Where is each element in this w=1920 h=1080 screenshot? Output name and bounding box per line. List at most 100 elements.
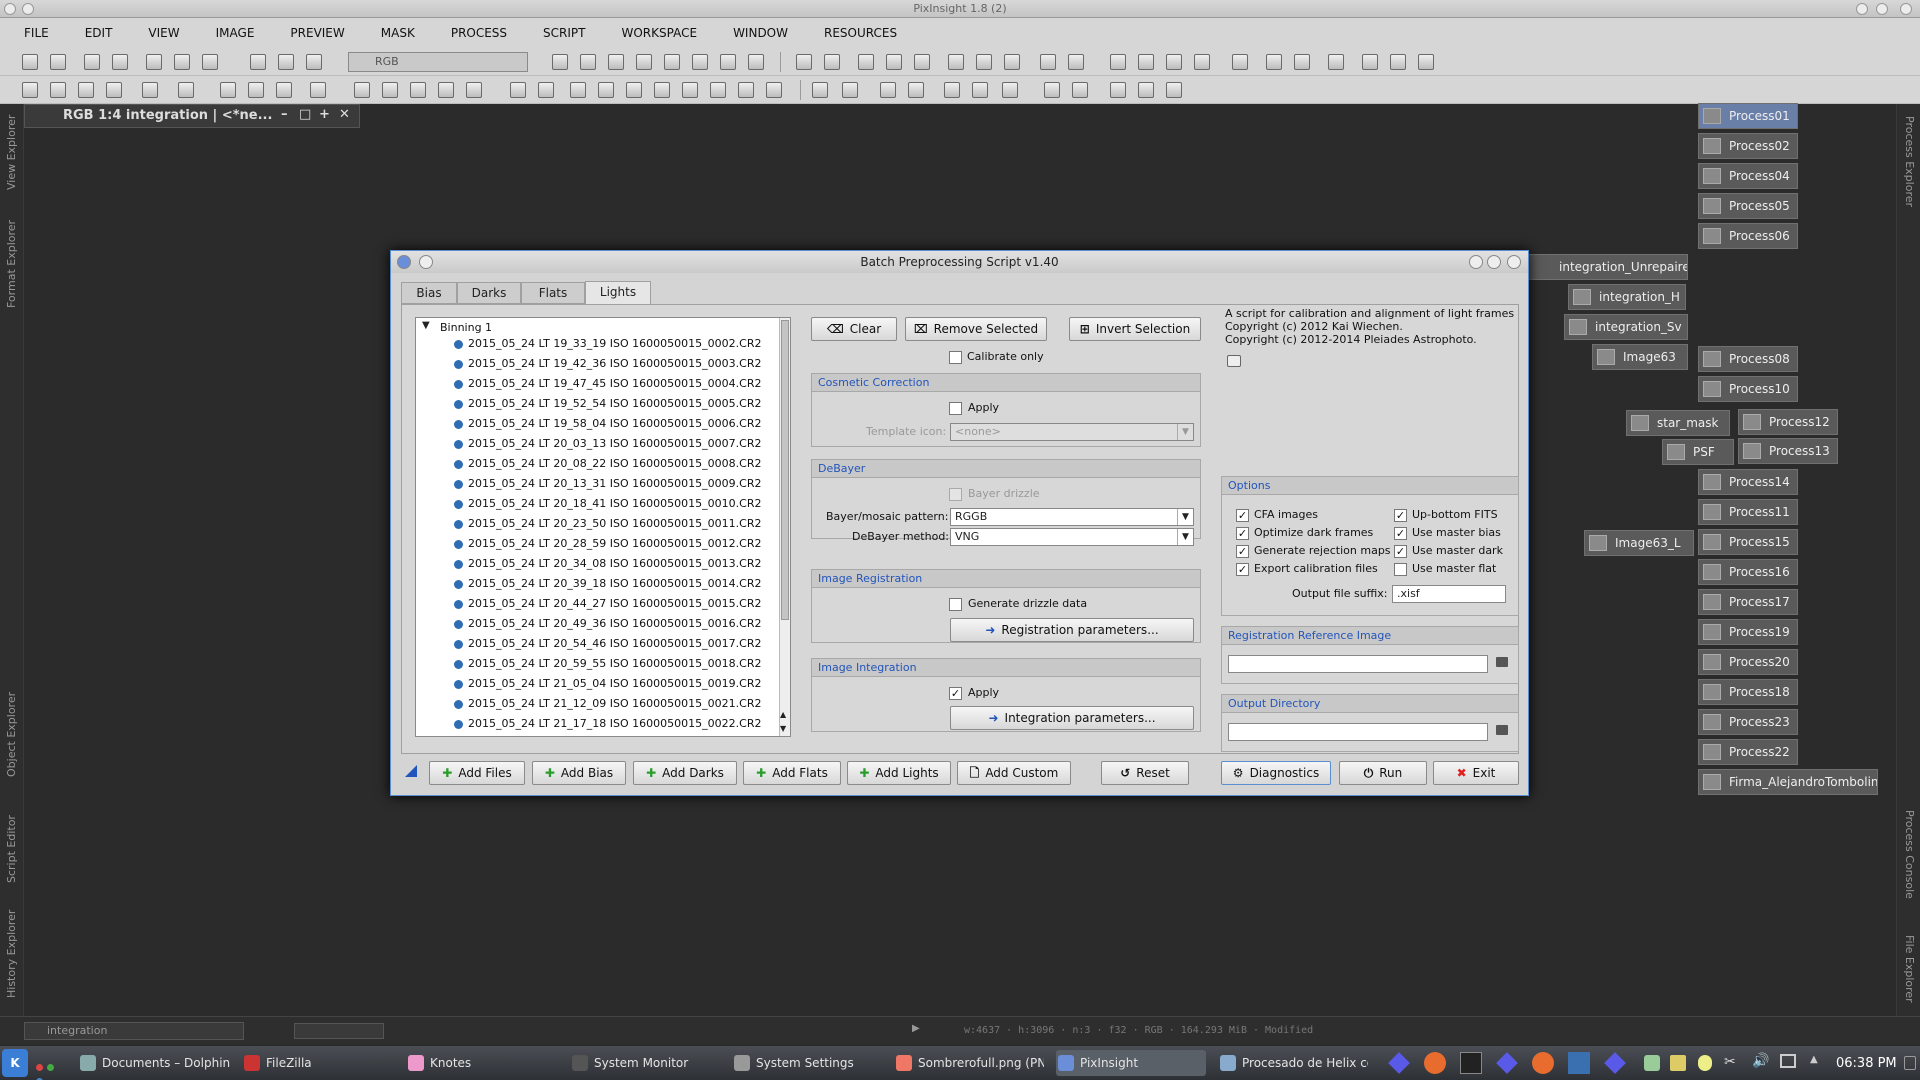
toolbar-tool-icon[interactable] <box>598 82 614 98</box>
toolbar-tool-icon[interactable] <box>50 82 66 98</box>
process-icon[interactable]: Process19 <box>1698 619 1798 645</box>
add-custom-button[interactable]: 🗋 Add Custom <box>957 761 1071 785</box>
calibrate-only-checkbox[interactable] <box>949 351 962 364</box>
toolbar-tool-icon[interactable] <box>976 54 992 70</box>
toolbar-tool-icon[interactable] <box>570 82 586 98</box>
task-pixinsight[interactable]: PixInsight <box>1056 1050 1206 1076</box>
toolbar-tool-icon[interactable] <box>112 54 128 70</box>
list-item[interactable]: 2015_05_24 LT 20_34_08 ISO 1600050015_00… <box>454 554 761 574</box>
firefox-icon[interactable] <box>1424 1052 1446 1074</box>
cfa-images-checkbox[interactable]: ✓ <box>1236 509 1249 522</box>
bayer-pattern-select[interactable]: RGGB ▼ <box>950 508 1194 526</box>
dialog-titlebar[interactable]: Batch Preprocessing Script v1.40 <box>391 251 1528 273</box>
toolbar-tool-icon[interactable] <box>1072 82 1088 98</box>
toolbar-tool-icon[interactable] <box>354 82 370 98</box>
image-icon[interactable]: integration_Unrepaired_V <box>1528 254 1688 280</box>
folder-icon[interactable] <box>1670 1055 1686 1071</box>
history-explorer-tab[interactable]: History Explorer <box>2 904 22 1004</box>
bayer-drizzle-checkbox[interactable] <box>949 488 962 501</box>
process-icon[interactable]: Process12 <box>1738 409 1838 435</box>
list-item[interactable]: 2015_05_24 LT 20_44_27 ISO 1600050015_00… <box>454 594 761 614</box>
close-icon[interactable]: ✕ <box>339 107 350 122</box>
registration-parameters-button[interactable]: ➜ Registration parameters... <box>950 618 1194 642</box>
toolbar-tool-icon[interactable] <box>748 54 764 70</box>
toolbar-tool-icon[interactable] <box>580 54 596 70</box>
toolbar-tool-icon[interactable] <box>1068 54 1084 70</box>
toolbar-tool-icon[interactable] <box>306 54 322 70</box>
image-icon[interactable]: integration_H <box>1568 284 1686 310</box>
scroll-up-icon[interactable]: ▲ <box>780 710 786 719</box>
process-explorer-tab[interactable]: Process Explorer <box>1899 112 1919 212</box>
toolbar-tool-icon[interactable] <box>654 82 670 98</box>
process-icon[interactable]: Process06 <box>1698 223 1798 249</box>
toolbar-tool-icon[interactable] <box>310 82 326 98</box>
process-console-tab[interactable]: Process Console <box>1899 804 1919 904</box>
play-icon[interactable]: ▶ <box>912 1023 920 1034</box>
toolbar-tool-icon[interactable] <box>908 82 924 98</box>
toolbar-tool-icon[interactable] <box>1266 54 1282 70</box>
add-flats-button[interactable]: ✚ Add Flats <box>743 761 841 785</box>
master-dark-checkbox[interactable]: ✓ <box>1394 545 1407 558</box>
toolbar-tool-icon[interactable] <box>410 82 426 98</box>
toolbar-tool-icon[interactable] <box>720 54 736 70</box>
image-icon[interactable]: star_mask <box>1626 410 1730 436</box>
list-item[interactable]: 2015_05_24 LT 19_42_36 ISO 1600050015_00… <box>454 354 761 374</box>
process-icon[interactable]: Process05 <box>1698 193 1798 219</box>
process-icon[interactable]: Process20 <box>1698 649 1798 675</box>
maximize-icon[interactable] <box>1876 3 1888 15</box>
scroll-down-icon[interactable]: ▼ <box>780 724 786 733</box>
toolbar-tool-icon[interactable] <box>146 54 162 70</box>
toolbar-tool-icon[interactable] <box>1232 54 1248 70</box>
toolbar-tool-icon[interactable] <box>1194 54 1210 70</box>
toolbar-tool-icon[interactable] <box>1390 54 1406 70</box>
toolbar-tool-icon[interactable] <box>1362 54 1378 70</box>
menu-resources[interactable]: RESOURCES <box>824 26 897 40</box>
zoom-icon[interactable] <box>858 54 874 70</box>
status-controls[interactable] <box>294 1023 384 1039</box>
reference-image-input[interactable] <box>1228 655 1488 673</box>
comment-icon[interactable] <box>1227 355 1241 367</box>
view-selector[interactable]: integration <box>24 1022 244 1040</box>
zoom-icon[interactable] <box>886 54 902 70</box>
minimize-icon[interactable]: – <box>281 107 288 122</box>
minimize-icon[interactable] <box>1856 3 1868 15</box>
toolbar-tool-icon[interactable] <box>1294 54 1310 70</box>
pin-icon[interactable] <box>419 255 433 269</box>
task-document[interactable]: Procesado de Helix con... <box>1218 1050 1368 1076</box>
toolbar-tool-icon[interactable] <box>174 54 190 70</box>
task-system-monitor[interactable]: System Monitor <box>570 1050 720 1076</box>
tab-flats[interactable]: Flats <box>521 282 585 304</box>
process-icon[interactable]: Process11 <box>1698 499 1798 525</box>
list-item[interactable]: 2015_05_24 LT 20_03_13 ISO 1600050015_00… <box>454 434 761 454</box>
template-icon-select[interactable]: <none> ▼ <box>950 423 1194 441</box>
firefox-icon[interactable] <box>1532 1052 1554 1074</box>
clock[interactable]: 06:38 PM <box>1836 1056 1897 1071</box>
toolbar-tool-icon[interactable] <box>682 82 698 98</box>
volume-icon[interactable]: 🔊 <box>1752 1053 1769 1069</box>
toolbar-tool-icon[interactable] <box>1138 54 1154 70</box>
image-icon[interactable]: Image63 <box>1592 344 1688 370</box>
network-tools-icon[interactable]: ✂ <box>1724 1054 1736 1070</box>
list-item[interactable]: 2015_05_24 LT 21_12_09 ISO 1600050015_00… <box>454 694 761 714</box>
list-item[interactable]: 2015_05_24 LT 19_58_04 ISO 1600050015_00… <box>454 414 761 434</box>
toolbar-tool-icon[interactable] <box>880 82 896 98</box>
close-icon[interactable] <box>1507 255 1521 269</box>
process-icon[interactable]: Process18 <box>1698 679 1798 705</box>
toolbar-tool-icon[interactable] <box>202 54 218 70</box>
process-icon[interactable]: Process14 <box>1698 469 1798 495</box>
process-icon[interactable]: Process02 <box>1698 133 1798 159</box>
toolbar-tool-icon[interactable] <box>710 82 726 98</box>
toolbar-tool-icon[interactable] <box>78 82 94 98</box>
toolbar-tool-icon[interactable] <box>382 82 398 98</box>
group-title[interactable]: Output Directory <box>1222 695 1518 713</box>
toolbar-tool-icon[interactable] <box>142 82 158 98</box>
chevron-down-icon[interactable]: ▼ <box>422 320 430 331</box>
toolbar-tool-icon[interactable] <box>692 54 708 70</box>
list-item[interactable]: 2015_05_24 LT 20_13_31 ISO 1600050015_00… <box>454 474 761 494</box>
toolbar-tool-icon[interactable] <box>278 54 294 70</box>
group-title[interactable]: Cosmetic Correction <box>812 374 1200 392</box>
add-files-button[interactable]: ✚ Add Files <box>429 761 525 785</box>
menu-window[interactable]: WINDOW <box>733 26 788 40</box>
rejection-maps-checkbox[interactable]: ✓ <box>1236 545 1249 558</box>
toolbar-tool-icon[interactable] <box>812 82 828 98</box>
